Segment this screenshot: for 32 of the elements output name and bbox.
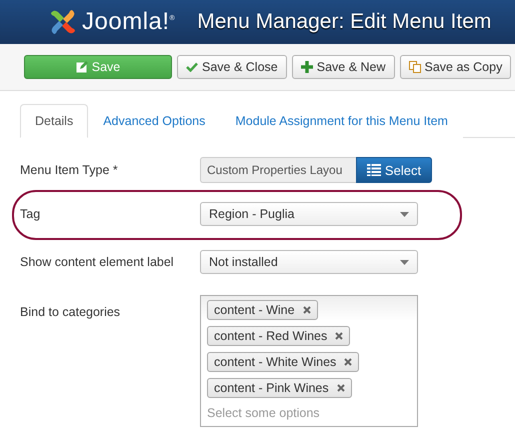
toolbar-button[interactable]: Save & Close <box>177 55 287 79</box>
field-label: Bind to categories <box>20 304 122 319</box>
category-tag: content - White Wines <box>207 352 360 372</box>
edit-icon <box>76 61 88 73</box>
logo-text: Joomla!$^{®}$ <box>82 8 176 36</box>
remove-icon[interactable] <box>344 358 352 366</box>
multi-select-field[interactable]: content - Wine content - Red Wines content - White Wines content - Pink Wines Select some options <box>200 295 418 427</box>
field-label: Tag <box>20 207 42 221</box>
remove-icon[interactable] <box>336 384 345 392</box>
remove-icon[interactable] <box>302 306 311 314</box>
remove-icon[interactable] <box>335 332 344 340</box>
page-title: Menu Manager: Edit Menu Item <box>197 10 492 34</box>
placeholder-text: Select some options <box>207 405 320 420</box>
copy-icon <box>408 61 421 73</box>
type-field: Custom Properties Layou <box>200 157 356 183</box>
plus-icon <box>300 61 313 73</box>
category-tag: content - Wine <box>207 300 318 320</box>
field-label: Show content element label <box>20 255 175 269</box>
dropdown-field[interactable]: Region - Puglia <box>200 202 418 226</box>
field-label: Menu Item Type * <box>20 163 119 177</box>
toolbar-button[interactable]: Save & New <box>292 55 395 79</box>
category-tag: content - Pink Wines <box>207 378 352 398</box>
check-icon <box>186 62 198 72</box>
category-tag: content - Red Wines <box>207 326 350 346</box>
caret-icon <box>400 212 409 216</box>
tab[interactable]: Details <box>20 104 88 138</box>
logo-icon <box>48 7 78 37</box>
list-icon <box>366 164 381 176</box>
caret-icon <box>400 260 409 264</box>
select-button[interactable]: Select <box>356 157 432 183</box>
dropdown-field[interactable]: Not installed <box>200 250 418 274</box>
toolbar-button[interactable]: Save as Copy <box>400 55 512 79</box>
